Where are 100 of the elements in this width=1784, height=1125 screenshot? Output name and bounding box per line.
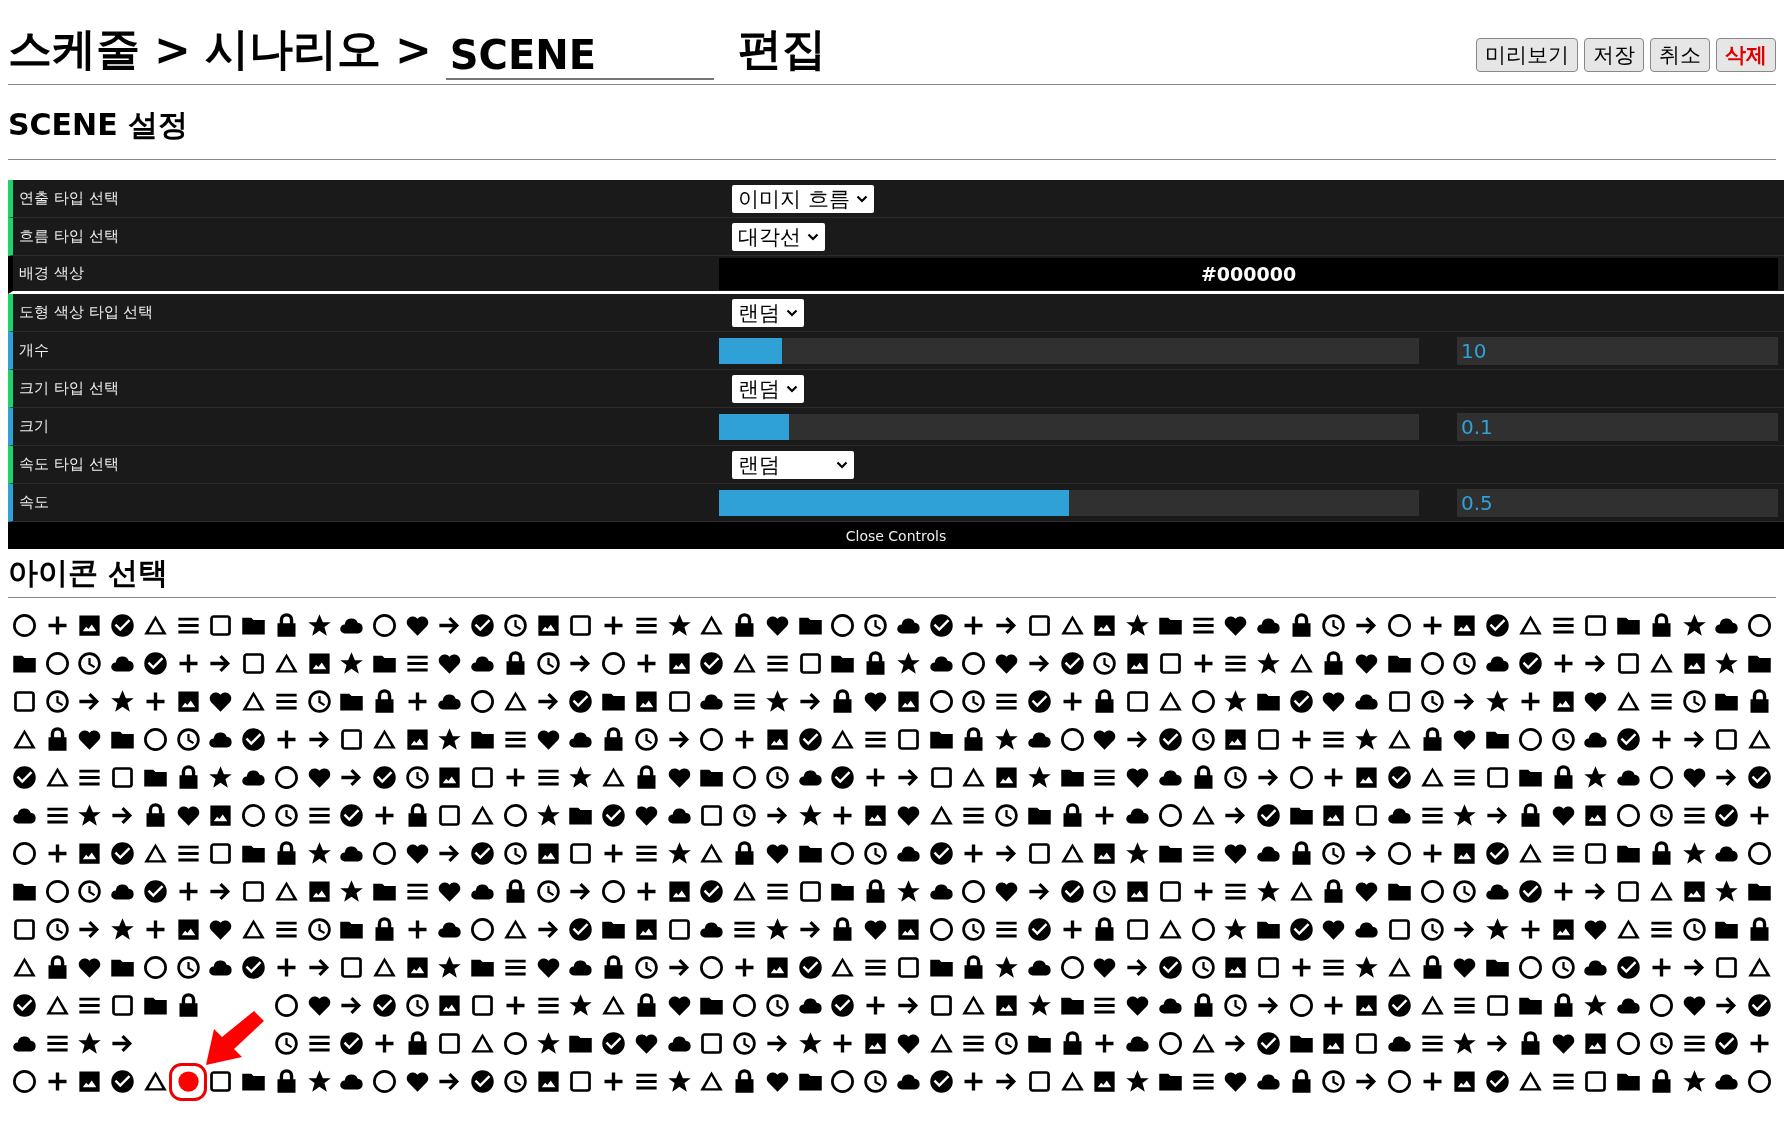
dropdown[interactable]: 이미지 흐름 xyxy=(732,184,874,213)
circle-icon[interactable] xyxy=(960,650,988,677)
clock-icon[interactable] xyxy=(174,726,202,753)
circle-icon[interactable] xyxy=(371,1068,398,1095)
circle-icon[interactable] xyxy=(501,802,529,829)
circle-icon[interactable] xyxy=(1615,1030,1643,1057)
clock-icon[interactable] xyxy=(501,1068,529,1095)
circle-icon[interactable] xyxy=(1058,954,1086,981)
clock-icon[interactable] xyxy=(1320,1068,1348,1095)
circle-icon[interactable] xyxy=(1746,612,1774,639)
circle-icon[interactable] xyxy=(731,992,759,1019)
close-controls-button[interactable]: Close Controls xyxy=(8,522,1784,549)
clock-icon[interactable] xyxy=(862,1068,890,1095)
clock-icon[interactable] xyxy=(1222,764,1250,791)
clock-icon[interactable] xyxy=(1680,688,1708,715)
circle-icon[interactable] xyxy=(600,650,628,677)
number-field[interactable]: 0.1 xyxy=(1457,412,1778,441)
color-field[interactable]: #000000 xyxy=(719,257,1778,290)
dropdown[interactable]: 랜덤 xyxy=(732,298,804,327)
circle-icon[interactable] xyxy=(141,954,169,981)
clock-icon[interactable] xyxy=(632,954,660,981)
circle-icon[interactable] xyxy=(43,878,71,905)
clock-icon[interactable] xyxy=(763,992,791,1019)
circle-icon[interactable] xyxy=(469,688,497,715)
circle-icon[interactable] xyxy=(1189,688,1217,715)
clock-icon[interactable] xyxy=(993,1030,1021,1057)
clock-icon[interactable] xyxy=(272,1030,300,1057)
circle-icon[interactable] xyxy=(371,612,398,639)
clock-icon[interactable] xyxy=(43,688,71,715)
clock-icon[interactable] xyxy=(1189,954,1217,981)
circle-icon[interactable] xyxy=(1516,726,1544,753)
number-field[interactable]: 0.5 xyxy=(1457,488,1778,517)
clock-icon[interactable] xyxy=(43,916,71,943)
clock-icon[interactable] xyxy=(1320,612,1348,639)
circle-icon[interactable] xyxy=(1058,726,1086,753)
clock-icon[interactable] xyxy=(305,688,333,715)
clock-icon[interactable] xyxy=(1418,688,1446,715)
circle-icon[interactable] xyxy=(10,840,38,867)
action-button[interactable]: 취소 xyxy=(1650,38,1710,72)
circle-icon[interactable] xyxy=(1156,802,1184,829)
clock-icon[interactable] xyxy=(1418,916,1446,943)
circle-icon[interactable] xyxy=(731,764,759,791)
dropdown[interactable]: 랜덤 xyxy=(732,374,804,403)
circle-icon[interactable] xyxy=(371,840,398,867)
clock-icon[interactable] xyxy=(174,954,202,981)
clock-icon[interactable] xyxy=(1647,1030,1675,1057)
clock-icon[interactable] xyxy=(862,612,890,639)
clock-icon[interactable] xyxy=(272,802,300,829)
clock-icon[interactable] xyxy=(403,764,431,791)
circle-icon[interactable] xyxy=(10,1068,38,1095)
clock-icon[interactable] xyxy=(632,726,660,753)
square-icon[interactable] xyxy=(1255,726,1282,753)
number-field[interactable]: 10 xyxy=(1457,336,1778,365)
circle-icon[interactable] xyxy=(1287,992,1315,1019)
clock-icon[interactable] xyxy=(1549,726,1577,753)
clock-icon[interactable] xyxy=(1680,916,1708,943)
circle-icon[interactable] xyxy=(1287,764,1315,791)
clock-icon[interactable] xyxy=(862,840,890,867)
circle-icon[interactable] xyxy=(469,916,497,943)
dropdown[interactable]: 랜덤 xyxy=(732,450,854,479)
circle-icon[interactable] xyxy=(1385,840,1413,867)
circle-icon[interactable] xyxy=(1746,1068,1774,1095)
circle-icon[interactable] xyxy=(240,802,268,829)
clock-icon[interactable] xyxy=(1647,802,1675,829)
clock-icon[interactable] xyxy=(960,916,988,943)
clock-icon[interactable] xyxy=(1091,878,1119,905)
dropdown[interactable]: 대각선 xyxy=(732,222,825,251)
clock-icon[interactable] xyxy=(403,992,431,1019)
circle-icon[interactable] xyxy=(1418,878,1446,905)
clock-icon[interactable] xyxy=(501,840,529,867)
clock-icon[interactable] xyxy=(501,612,529,639)
circle-icon[interactable] xyxy=(1385,1068,1413,1095)
slider-track[interactable] xyxy=(719,337,1419,364)
circle-icon[interactable] xyxy=(1615,802,1643,829)
clock-icon[interactable] xyxy=(1451,650,1479,677)
circle-icon[interactable] xyxy=(501,1030,529,1057)
clock-icon[interactable] xyxy=(731,1030,759,1057)
circle-icon[interactable] xyxy=(1647,764,1675,791)
circle-icon[interactable] xyxy=(829,840,857,867)
circle-icon[interactable] xyxy=(927,688,955,715)
circle-icon[interactable] xyxy=(1189,916,1217,943)
circle-icon[interactable] xyxy=(272,992,300,1019)
clock-icon[interactable] xyxy=(1549,954,1577,981)
clock-icon[interactable] xyxy=(1222,992,1250,1019)
circle-icon[interactable] xyxy=(698,726,726,753)
action-button[interactable]: 미리보기 xyxy=(1476,38,1578,72)
clock-icon[interactable] xyxy=(960,688,988,715)
circle-icon[interactable] xyxy=(1385,612,1413,639)
square-icon[interactable] xyxy=(1255,954,1282,981)
clock-icon[interactable] xyxy=(534,878,562,905)
circle-icon[interactable] xyxy=(829,612,857,639)
delete-button[interactable]: 삭제 xyxy=(1716,38,1776,72)
clock-icon[interactable] xyxy=(1451,878,1479,905)
circle-icon[interactable] xyxy=(10,612,38,639)
circle-icon[interactable] xyxy=(1418,650,1446,677)
clock-icon[interactable] xyxy=(1189,726,1217,753)
clock-icon[interactable] xyxy=(534,650,562,677)
circle-icon[interactable] xyxy=(272,764,300,791)
circle-icon[interactable] xyxy=(698,954,726,981)
circle-icon[interactable] xyxy=(1647,992,1675,1019)
